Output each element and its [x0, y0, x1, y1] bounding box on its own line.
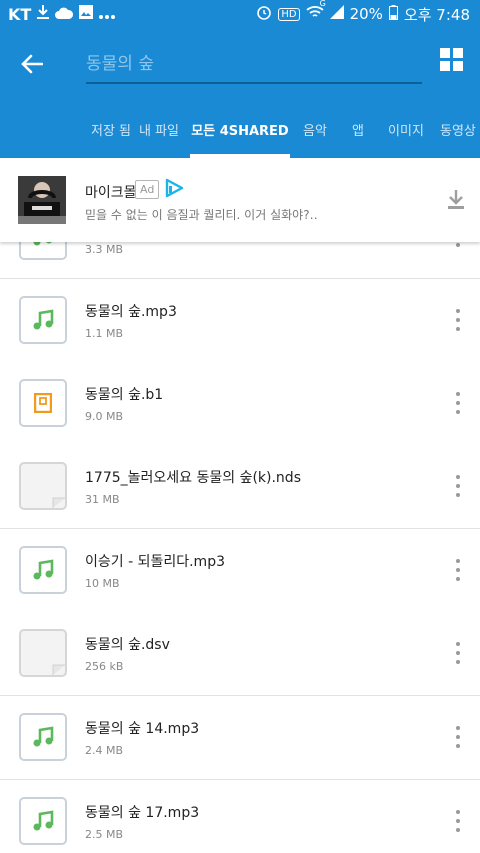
music-note-icon: [19, 296, 67, 344]
list-item[interactable]: 1775_놀러오세요 동물의 숲(k).nds 31 MB: [0, 445, 480, 529]
more-options-button[interactable]: [452, 309, 464, 331]
file-size: 9.0 MB: [85, 410, 124, 423]
file-name: 동물의 숲.mp3: [85, 304, 177, 320]
file-size: 3.3 MB: [85, 243, 124, 256]
file-name: 동물의 숲 14.mp3: [85, 721, 200, 737]
hd-badge: HD: [278, 7, 300, 21]
more-options-button[interactable]: [452, 475, 464, 497]
list-item[interactable]: 동물의 숲 14.mp3 2.4 MB: [0, 696, 480, 780]
tab-images[interactable]: 이미지: [380, 100, 432, 158]
battery-icon: [388, 4, 398, 24]
back-button[interactable]: [14, 46, 50, 82]
download-icon: [448, 190, 464, 209]
ad-download-button[interactable]: [448, 190, 464, 214]
file-name: 동물의 숲.b1: [85, 387, 164, 403]
more-dots-icon: [99, 5, 116, 23]
wifi-icon: G: [305, 0, 326, 23]
tab-all-4shared[interactable]: 모든 4SHARED: [190, 100, 290, 158]
more-options-button[interactable]: [452, 242, 464, 247]
file-size: 1.1 MB: [85, 327, 124, 340]
ad-title: 마이크몰: [85, 185, 137, 201]
file-size: 2.5 MB: [85, 828, 124, 841]
ad-thumbnail: [18, 176, 66, 224]
file-name: 동물의 숲 17.mp3: [85, 805, 200, 821]
clock: 오후 7:48: [403, 5, 470, 24]
list-item[interactable]: 3.3 MB: [0, 242, 480, 279]
file-size: 256 kB: [85, 660, 124, 673]
grid-view-icon: [440, 48, 464, 72]
list-item[interactable]: 동물의 숲.dsv 256 kB: [0, 612, 480, 696]
cloud-icon: [55, 5, 74, 23]
ad-banner[interactable]: 마이크몰 Ad 믿을 수 없는 이 음질과 퀄리티. 이거 실화야?‥: [0, 158, 480, 242]
music-note-icon: [19, 242, 67, 260]
more-options-button[interactable]: [452, 726, 464, 748]
tab-my-files[interactable]: 내 파일: [126, 100, 192, 158]
file-size: 31 MB: [85, 493, 120, 506]
more-options-button[interactable]: [452, 392, 464, 414]
list-item[interactable]: 동물의 숲.b1 9.0 MB: [0, 362, 480, 446]
battery-percent: 20%: [349, 5, 383, 23]
list-item[interactable]: 동물의 숲 17.mp3 2.5 MB: [0, 780, 480, 853]
file-name: 동물의 숲.dsv: [85, 637, 170, 653]
file-list: 3.3 MB 동물의 숲.mp3 1.1 MB 동물의 숲.b1 9.0 MB …: [0, 242, 480, 853]
ad-description: 믿을 수 없는 이 음질과 퀄리티. 이거 실화야?‥: [85, 208, 318, 222]
archive-icon: [19, 379, 67, 427]
ad-badge: Ad: [135, 180, 160, 199]
file-name: 이승기 - 되돌리다.mp3: [85, 554, 225, 570]
file-size: 2.4 MB: [85, 744, 124, 757]
tab-music[interactable]: 음악: [290, 100, 340, 158]
search-field: [86, 42, 422, 84]
image-icon: [79, 5, 94, 23]
network-type: G: [319, 0, 326, 8]
carrier-label: KT: [8, 4, 32, 24]
tab-bar: 저장 됨 내 파일 모든 4SHARED 음악 앱 이미지 동영상: [0, 100, 480, 158]
more-options-button[interactable]: [452, 559, 464, 581]
music-note-icon: [19, 546, 67, 594]
document-icon: [19, 462, 67, 510]
status-bar: KT HD G 20% 오후 7:48: [0, 0, 480, 28]
ad-play-icon: [164, 178, 184, 202]
search-input[interactable]: [86, 42, 422, 80]
grid-view-button[interactable]: [440, 48, 464, 72]
more-options-button[interactable]: [452, 810, 464, 832]
music-note-icon: [19, 797, 67, 845]
app-bar: [0, 28, 480, 100]
music-note-icon: [19, 713, 67, 761]
alarm-icon: [256, 4, 272, 24]
signal-icon: [329, 5, 344, 23]
file-name: 1775_놀러오세요 동물의 숲(k).nds: [85, 470, 301, 486]
list-item[interactable]: 이승기 - 되돌리다.mp3 10 MB: [0, 529, 480, 613]
arrow-left-icon: [21, 54, 43, 74]
more-options-button[interactable]: [452, 642, 464, 664]
download-icon: [37, 5, 50, 23]
list-item[interactable]: 동물의 숲.mp3 1.1 MB: [0, 279, 480, 363]
file-size: 10 MB: [85, 577, 120, 590]
tab-videos[interactable]: 동영상: [440, 100, 480, 158]
document-icon: [19, 629, 67, 677]
tab-apps[interactable]: 앱: [338, 100, 378, 158]
